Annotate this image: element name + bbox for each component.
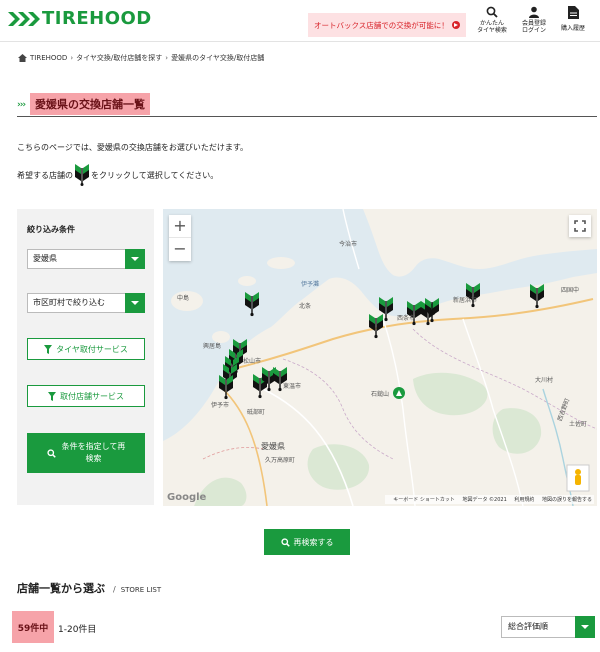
search-label: 検索 [85,454,102,463]
search-icon [486,6,498,18]
shop-map[interactable]: 今治市 伊予灘 中島 北条 興居島 松山市 東温市 伊予市 砥部町 愛媛県 久万… [163,209,597,506]
map-label: 石鎚山 [371,391,390,398]
map-label: 東温市 [283,383,302,390]
prefecture-select[interactable]: 愛媛県 [27,249,145,269]
map-label: 西条市 [397,315,416,322]
tire-service-filter-button[interactable]: タイヤ取付サービス [27,338,145,360]
map-label: 土佐町 [569,421,588,428]
city-placeholder: 市区町村で絞り込む [33,298,105,307]
title-section: ››› 愛媛県の交換店舗一覧 [17,93,597,117]
search-label: 条件を指定して再 [61,442,126,451]
map-label: 伊予市 [211,402,230,409]
logo-chevron-icon [28,11,40,26]
search-icon [46,448,56,458]
map-label: 興居島 [203,343,222,350]
chevron-down-icon [125,293,145,313]
nav-tire-search[interactable]: かんたん タイヤ検索 [470,6,514,34]
chevron-triple-icon: ››› [17,100,26,110]
intro-instruction: 希望する店舗の をクリックして選択してください。 [17,164,218,186]
tire-service-label: タイヤ取付サービス [56,344,128,354]
prefecture-value: 愛媛県 [33,254,57,263]
logo-text: TIREHOOD [42,8,152,29]
arrow-circle-icon [451,21,460,29]
home-icon [18,54,27,62]
google-logo: Google [167,492,207,503]
breadcrumb: TIREHOOD › タイヤ交換/取付店舗を探す › 愛媛県のタイヤ交換/取付店… [18,53,264,63]
map-label: 伊予灘 [301,281,320,288]
city-select[interactable]: 市区町村で絞り込む [27,293,145,313]
map-data-text: 地図データ ©2021 [462,497,507,503]
filter-title: 絞り込み条件 [27,225,75,234]
sort-value: 総合評価順 [508,622,548,631]
person-icon [529,6,539,18]
zoom-in-button[interactable]: + [169,215,191,238]
map-label: 新居浜市 [453,297,478,304]
map-label: 今治市 [339,241,358,248]
search-with-conditions-button[interactable]: 条件を指定して再 検索 [27,433,145,473]
breadcrumb-find-shops[interactable]: タイヤ交換/取付店舗を探す [76,53,162,63]
filter-icon [44,344,53,354]
fullscreen-icon [574,220,586,232]
tirehood-logo[interactable]: TIREHOOD [8,8,152,29]
map-label: 大川村 [535,377,554,384]
chevron-right-icon: › [70,54,74,62]
map-attribution: キーボード ショートカット 地図データ ©2021 利用規約 地図の誤りを報告す… [385,495,594,504]
chevron-down-icon [575,616,595,638]
shop-service-filter-button[interactable]: 取付店舗サービス [27,385,145,407]
keyboard-shortcuts-link[interactable]: キーボード ショートカット [393,497,455,503]
breadcrumb-current: 愛媛県のタイヤ交換/取付店舗 [171,54,265,62]
research-button[interactable]: 再検索する [264,529,350,555]
page-title: 愛媛県の交換店舗一覧 [30,93,150,115]
intro-text: 希望する店舗の [17,170,73,180]
chevron-down-icon [125,249,145,269]
nav-purchase-history[interactable]: 購入履歴 [551,6,595,32]
research-label: 再検索する [293,537,334,547]
fullscreen-button[interactable] [569,215,591,237]
filter-panel: 絞り込み条件 愛媛県 市区町村で絞り込む タイヤ取付サービス 取付店舗サービス … [17,209,154,505]
document-icon [567,6,579,19]
promo-text: オートバックス店舗での交換が可能に！ [314,20,449,30]
map-label: 久万高原町 [265,457,296,464]
nav-label: ログイン [521,27,546,34]
map-label: 四国中 [561,287,580,294]
search-icon [280,537,290,547]
zoom-control: + − [169,215,191,261]
site-header: TIREHOOD オートバックス店舗での交換が可能に！ かんたん タイヤ検索 会… [0,0,600,42]
shop-pins-layer [218,282,545,400]
result-count-badge: 59件中 [12,611,54,643]
map-label: 北条 [299,303,312,310]
nav-label: かんたん [479,20,504,27]
intro-text: こちらのページでは、愛媛県の交換店舗をお選びいただけます。 [17,143,249,152]
nav-label: 会員登録 [521,20,546,27]
chevron-right-icon: › [165,54,169,62]
sort-select[interactable]: 総合評価順 [501,616,595,638]
map-label: 愛媛県 [261,442,285,451]
report-error-link[interactable]: 地図の誤りを報告する [542,497,592,503]
store-list-title: 店舗一覧から選ぶ [17,582,105,595]
intro-text: をクリックして選択してください。 [91,170,219,180]
store-list-heading: 店舗一覧から選ぶ / STORE LIST [17,580,161,596]
shop-pin-icon [75,164,89,186]
shop-service-label: 取付店舗サービス [60,391,124,401]
map-label: 中島 [177,295,190,302]
breadcrumb-home[interactable]: TIREHOOD [30,54,67,62]
nav-label: 購入履歴 [560,25,585,32]
promo-banner[interactable]: オートバックス店舗での交換が可能に！ [308,13,466,37]
street-view-pegman[interactable] [567,465,589,491]
map-label: 松山市 [243,358,262,365]
result-range: 1-20件目 [58,625,97,635]
terms-link[interactable]: 利用規約 [514,497,534,503]
filter-icon [48,391,56,401]
zoom-out-button[interactable]: − [169,238,191,261]
map-label: 砥部町 [247,409,266,416]
heading-separator: / [113,585,116,594]
nav-label: タイヤ検索 [477,27,507,34]
store-list-subtitle: STORE LIST [120,586,162,594]
nav-member-login[interactable]: 会員登録 ログイン [512,6,556,34]
